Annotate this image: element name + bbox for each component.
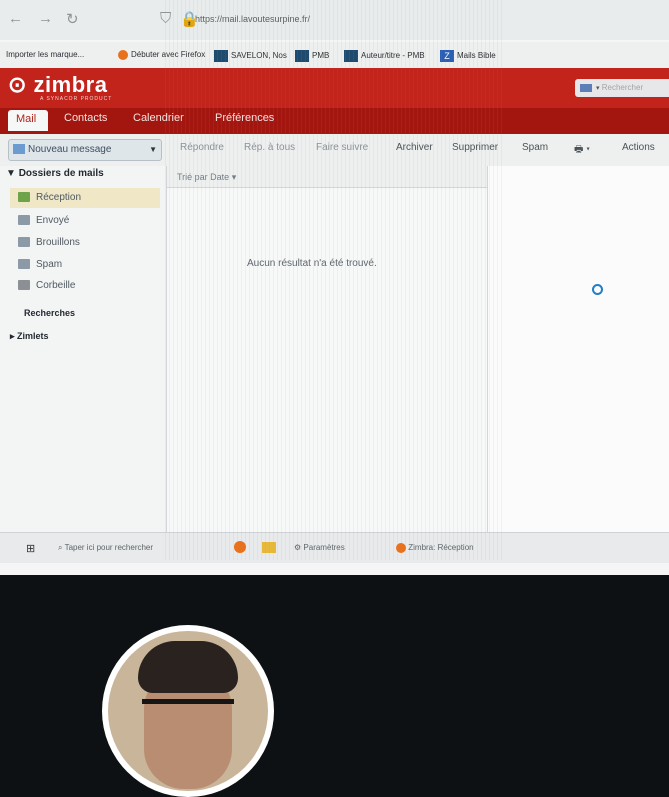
app-header: ⊙ zimbra A SYNACOR PRODUCT ▾ Rechercher (0, 68, 669, 108)
os-taskbar: ⊞ ⌕ Taper ici pour rechercher ⚙ Paramètr… (0, 532, 669, 563)
folder-icon[interactable] (262, 542, 276, 553)
reply-all-button[interactable]: Rép. à tous (244, 142, 295, 153)
app-tabs: Mail Contacts Calendrier Préférences (0, 108, 669, 134)
message-list: Trié par Date ▾ Aucun résultat n'a été t… (167, 166, 488, 532)
folder-drafts[interactable]: Brouillons (18, 237, 80, 248)
screen: ← → ↻ ⛉ 🔒 https://mail.lavoutesurpine.fr… (0, 0, 669, 575)
reading-pane (488, 166, 669, 536)
bookmark-firefox[interactable]: Débuter avec Firefox (118, 50, 205, 60)
taskbar-search[interactable]: ⌕ Taper ici pour rechercher (58, 543, 153, 553)
zimbra-logo: ⊙ zimbra (8, 72, 108, 97)
folder-sent[interactable]: Envoyé (18, 215, 69, 226)
drafts-icon (18, 237, 30, 248)
spam-icon (18, 259, 30, 270)
back-icon[interactable]: ← (8, 10, 23, 27)
actions-button[interactable]: Actions (622, 142, 655, 153)
chevron-down-icon[interactable]: ▼ (149, 140, 157, 160)
tab-mail[interactable]: Mail (8, 110, 49, 131)
compose-icon (13, 144, 25, 155)
new-message-button[interactable]: Nouveau message ▼ (8, 139, 162, 161)
chevron-down-icon: ▾ (231, 172, 237, 182)
taskbar-zimbra-window[interactable]: Zimbra: Réception (396, 543, 474, 553)
tab-calendar[interactable]: Calendrier (133, 112, 184, 124)
bookmark-mails-bible[interactable]: Z Mails Bible (440, 50, 496, 62)
bookmark-auteur[interactable]: Auteur/titre - PMB (344, 50, 425, 62)
pmb-icon (295, 50, 309, 62)
bookmark-import[interactable]: Importer les marque... (6, 50, 84, 59)
forward-button[interactable]: Faire suivre (316, 142, 368, 153)
empty-state: Aucun résultat n'a été trouvé. (247, 258, 377, 269)
tab-contacts[interactable]: Contacts (64, 112, 107, 124)
webcam-overlay (102, 625, 274, 797)
shield-icon: ⛉ (160, 10, 172, 27)
folders-heading[interactable]: ▼ Dossiers de mails (6, 168, 104, 179)
bookmarks-bar: Importer les marque... Débuter avec Fire… (0, 42, 669, 68)
loading-spinner-icon (592, 284, 603, 295)
archive-button[interactable]: Archiver (396, 142, 433, 153)
chevron-down-icon: ▼ (6, 168, 19, 179)
url-bar[interactable]: https://mail.lavoutesurpine.fr/ (195, 10, 495, 28)
logo-tagline: A SYNACOR PRODUCT (40, 96, 113, 102)
bookmark-pmb[interactable]: PMB (295, 50, 329, 62)
printer-icon: 🖶 (574, 144, 584, 155)
taskbar-settings[interactable]: ⚙ Paramètres (294, 543, 345, 552)
reply-button[interactable]: Répondre (180, 142, 224, 153)
mail-toolbar: Nouveau message ▼ Répondre Rép. à tous Fa… (0, 134, 669, 167)
hair (138, 641, 238, 693)
reload-icon[interactable]: ↻ (66, 10, 79, 28)
tab-preferences[interactable]: Préférences (215, 112, 274, 124)
folder-trash[interactable]: Corbeille (18, 280, 75, 291)
sort-header[interactable]: Trié par Date ▾ (167, 166, 487, 188)
browser-toolbar: ← → ↻ ⛉ 🔒 https://mail.lavoutesurpine.fr… (0, 0, 669, 40)
zimlets-heading[interactable]: ▸ Zimlets (10, 331, 49, 342)
mail-search-icon (580, 83, 592, 92)
inbox-icon (18, 192, 30, 203)
trash-icon (18, 280, 30, 291)
windows-icon[interactable]: ⊞ (26, 542, 35, 555)
folder-sidebar: ▼ Dossiers de mails Réception Envoyé Bro… (0, 166, 167, 532)
folder-inbox[interactable]: Réception (10, 188, 160, 208)
spam-button[interactable]: Spam (522, 142, 548, 153)
firefox-icon (118, 50, 128, 60)
pmb-icon (214, 50, 228, 62)
delete-button[interactable]: Supprimer (452, 142, 498, 153)
folder-spam[interactable]: Spam (18, 259, 62, 270)
print-button[interactable]: 🖶 ▾ (574, 142, 590, 159)
glasses (142, 699, 234, 722)
chevron-right-icon: ▸ (10, 331, 18, 341)
searches-heading[interactable]: Recherches (24, 308, 75, 318)
sent-icon (18, 215, 30, 226)
gear-icon: ⚙ (294, 543, 304, 552)
forward-icon[interactable]: → (38, 10, 53, 27)
firefox-icon[interactable] (234, 541, 246, 553)
chevron-down-icon: ▾ (596, 85, 600, 92)
bookmark-savelon[interactable]: SAVELON, Nos (214, 50, 287, 62)
pmb-icon (344, 50, 358, 62)
z-icon: Z (440, 50, 454, 62)
webcam-person (108, 631, 268, 791)
search-input[interactable]: ▾ Rechercher (575, 79, 669, 97)
firefox-icon (396, 543, 406, 553)
